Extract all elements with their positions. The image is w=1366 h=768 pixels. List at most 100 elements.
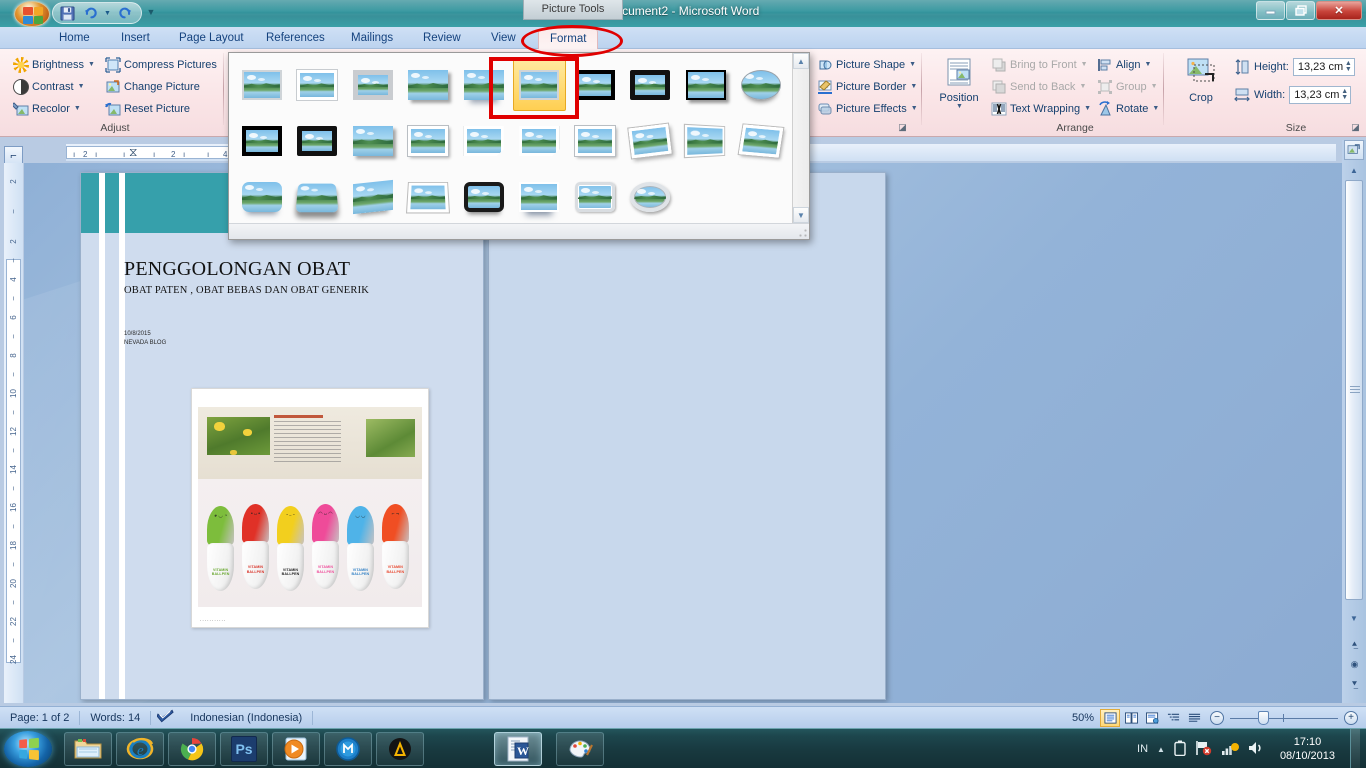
gallery-item-12[interactable]: [291, 115, 345, 167]
taskbar-google-chrome[interactable]: [168, 732, 216, 766]
size-dialog-launcher[interactable]: ◪: [1350, 122, 1361, 133]
network-flag-icon[interactable]: [1195, 740, 1212, 759]
vertical-scrollbar[interactable]: ▲ ▼ ⯅̲ ◉ ⯆̲: [1342, 140, 1366, 703]
gallery-item-8[interactable]: [624, 59, 678, 111]
taskbar-maxthon-browser[interactable]: [324, 732, 372, 766]
taskbar-windows-media-player[interactable]: [272, 732, 320, 766]
taskbar-microsoft-paint[interactable]: [556, 732, 604, 766]
office-button[interactable]: [6, 1, 50, 27]
gallery-item-16[interactable]: [513, 115, 567, 167]
show-hidden-icons-button[interactable]: ▲: [1157, 745, 1165, 754]
tab-page-layout[interactable]: Page Layout: [168, 28, 255, 49]
vertical-ruler[interactable]: 2 − 2 − 4 − 6 − 8 − 10 − 12 − 14 − 16 − 18 − 20 − 22 − 24: [4, 163, 23, 703]
tab-references[interactable]: References: [255, 28, 336, 49]
picture-styles-dialog-launcher[interactable]: ◪: [897, 122, 908, 133]
page-indicator[interactable]: Page: 1 of 2: [0, 709, 79, 727]
zoom-level[interactable]: 50%: [1064, 712, 1094, 724]
document-canvas[interactable]: PENGGOLONGAN OBAT OBAT PATEN , OBAT BEBA…: [24, 163, 1342, 703]
show-desktop-button[interactable]: [1350, 729, 1360, 768]
rotate-button[interactable]: Rotate ▼: [1094, 98, 1162, 119]
network-icon[interactable]: [1221, 740, 1239, 759]
gallery-item-27[interactable]: [568, 171, 622, 223]
height-input[interactable]: 13,23 cm ▲ ▼: [1292, 58, 1355, 76]
position-button[interactable]: Position ▼: [930, 53, 988, 123]
close-button[interactable]: ✕: [1316, 1, 1362, 20]
gallery-item-29[interactable]: [679, 171, 733, 223]
gallery-item-22[interactable]: [291, 171, 345, 223]
redo-button[interactable]: [115, 4, 135, 22]
taskbar-internet-explorer[interactable]: e: [116, 732, 164, 766]
change-picture-button[interactable]: Change Picture: [102, 76, 203, 97]
document-page-1[interactable]: PENGGOLONGAN OBAT OBAT PATEN , OBAT BEBA…: [80, 172, 484, 700]
scrollbar-thumb[interactable]: [1345, 180, 1363, 600]
gallery-item-23[interactable]: [346, 171, 400, 223]
next-page-button[interactable]: ⯆̲: [1346, 676, 1363, 693]
taskbar-clock[interactable]: 17:10 08/10/2013: [1274, 735, 1341, 763]
group-button[interactable]: Group ▼: [1094, 76, 1161, 97]
gallery-item-25[interactable]: [457, 171, 511, 223]
contrast-button[interactable]: Contrast ▼: [10, 76, 88, 97]
zoom-slider[interactable]: [1230, 710, 1338, 726]
taskbar-avira-antivirus[interactable]: [376, 732, 424, 766]
outline-view-button[interactable]: [1163, 709, 1183, 727]
picture-border-button[interactable]: Picture Border ▼: [814, 76, 920, 97]
gallery-item-7[interactable]: [568, 59, 622, 111]
gallery-scrollbar[interactable]: ▲ ▼: [792, 53, 809, 223]
recolor-button[interactable]: Recolor ▼: [10, 98, 84, 119]
tab-view[interactable]: View: [480, 28, 527, 49]
print-layout-view-button[interactable]: [1100, 709, 1120, 727]
gallery-item-9[interactable]: [679, 59, 733, 111]
bring-to-front-button[interactable]: Bring to Front ▼: [988, 54, 1091, 75]
language-indicator[interactable]: Indonesian (Indonesia): [180, 709, 312, 727]
send-to-back-button[interactable]: Send to Back ▼: [988, 76, 1089, 97]
spell-check-icon[interactable]: [151, 709, 180, 727]
tab-insert[interactable]: Insert: [110, 28, 161, 49]
gallery-item-13[interactable]: [346, 115, 400, 167]
zoom-slider-knob[interactable]: [1258, 711, 1269, 725]
reset-picture-button[interactable]: Reset Picture: [102, 98, 193, 119]
taskbar-windows-explorer[interactable]: [64, 732, 112, 766]
select-browse-object-button[interactable]: ◉: [1346, 656, 1363, 673]
tray-language-indicator[interactable]: IN: [1137, 743, 1148, 755]
gallery-item-17[interactable]: [568, 115, 622, 167]
gallery-item-18[interactable]: [624, 115, 678, 167]
gallery-item-5[interactable]: [457, 59, 511, 111]
gallery-item-1[interactable]: [235, 59, 289, 111]
document-image[interactable]: ◕ ◡ ◔ VITAMIN BALLPEN • ᴗ • VITAMIN BALLPEN ᵔ …: [191, 388, 429, 628]
gallery-scroll-down-button[interactable]: ▼: [793, 207, 809, 223]
height-stepper[interactable]: ▲ ▼: [1345, 60, 1352, 73]
previous-page-button[interactable]: ⯅̲: [1346, 636, 1363, 653]
full-screen-reading-view-button[interactable]: [1121, 709, 1141, 727]
minimize-button[interactable]: [1256, 1, 1285, 20]
width-stepper[interactable]: ▲ ▼: [1341, 88, 1348, 101]
tab-home[interactable]: Home: [48, 28, 101, 49]
battery-icon[interactable]: [1174, 740, 1186, 759]
gallery-item-15[interactable]: [457, 115, 511, 167]
picture-shape-button[interactable]: Picture Shape ▼: [814, 54, 919, 75]
tab-review[interactable]: Review: [412, 28, 472, 49]
word-count[interactable]: Words: 14: [80, 709, 150, 727]
gallery-item-26[interactable]: [513, 171, 567, 223]
indent-marker-icon[interactable]: ⧖: [129, 146, 137, 158]
select-browse-object-top-icon[interactable]: [1344, 140, 1364, 160]
gallery-item-6[interactable]: [512, 59, 567, 111]
gallery-item-10[interactable]: [735, 59, 789, 111]
taskbar-microsoft-word[interactable]: W: [494, 732, 542, 766]
draft-view-button[interactable]: [1184, 709, 1204, 727]
tab-mailings[interactable]: Mailings: [340, 28, 404, 49]
gallery-item-2[interactable]: [291, 59, 345, 111]
undo-dropdown-icon[interactable]: ▼: [103, 4, 112, 22]
gallery-item-14[interactable]: [402, 115, 456, 167]
gallery-item-3[interactable]: [346, 59, 400, 111]
gallery-resize-grip[interactable]: [799, 229, 807, 237]
gallery-scroll-up-button[interactable]: ▲: [793, 53, 809, 69]
picture-effects-button[interactable]: Picture Effects ▼: [814, 98, 921, 119]
picture-styles-gallery[interactable]: ▲ ▼: [228, 52, 810, 240]
gallery-item-21[interactable]: [235, 171, 289, 223]
brightness-button[interactable]: Brightness ▼: [10, 54, 98, 75]
crop-button[interactable]: Crop: [1172, 53, 1230, 123]
gallery-item-19[interactable]: [679, 115, 733, 167]
start-button[interactable]: [4, 731, 52, 767]
taskbar-adobe-photoshop[interactable]: Ps: [220, 732, 268, 766]
gallery-item-28[interactable]: [624, 171, 678, 223]
